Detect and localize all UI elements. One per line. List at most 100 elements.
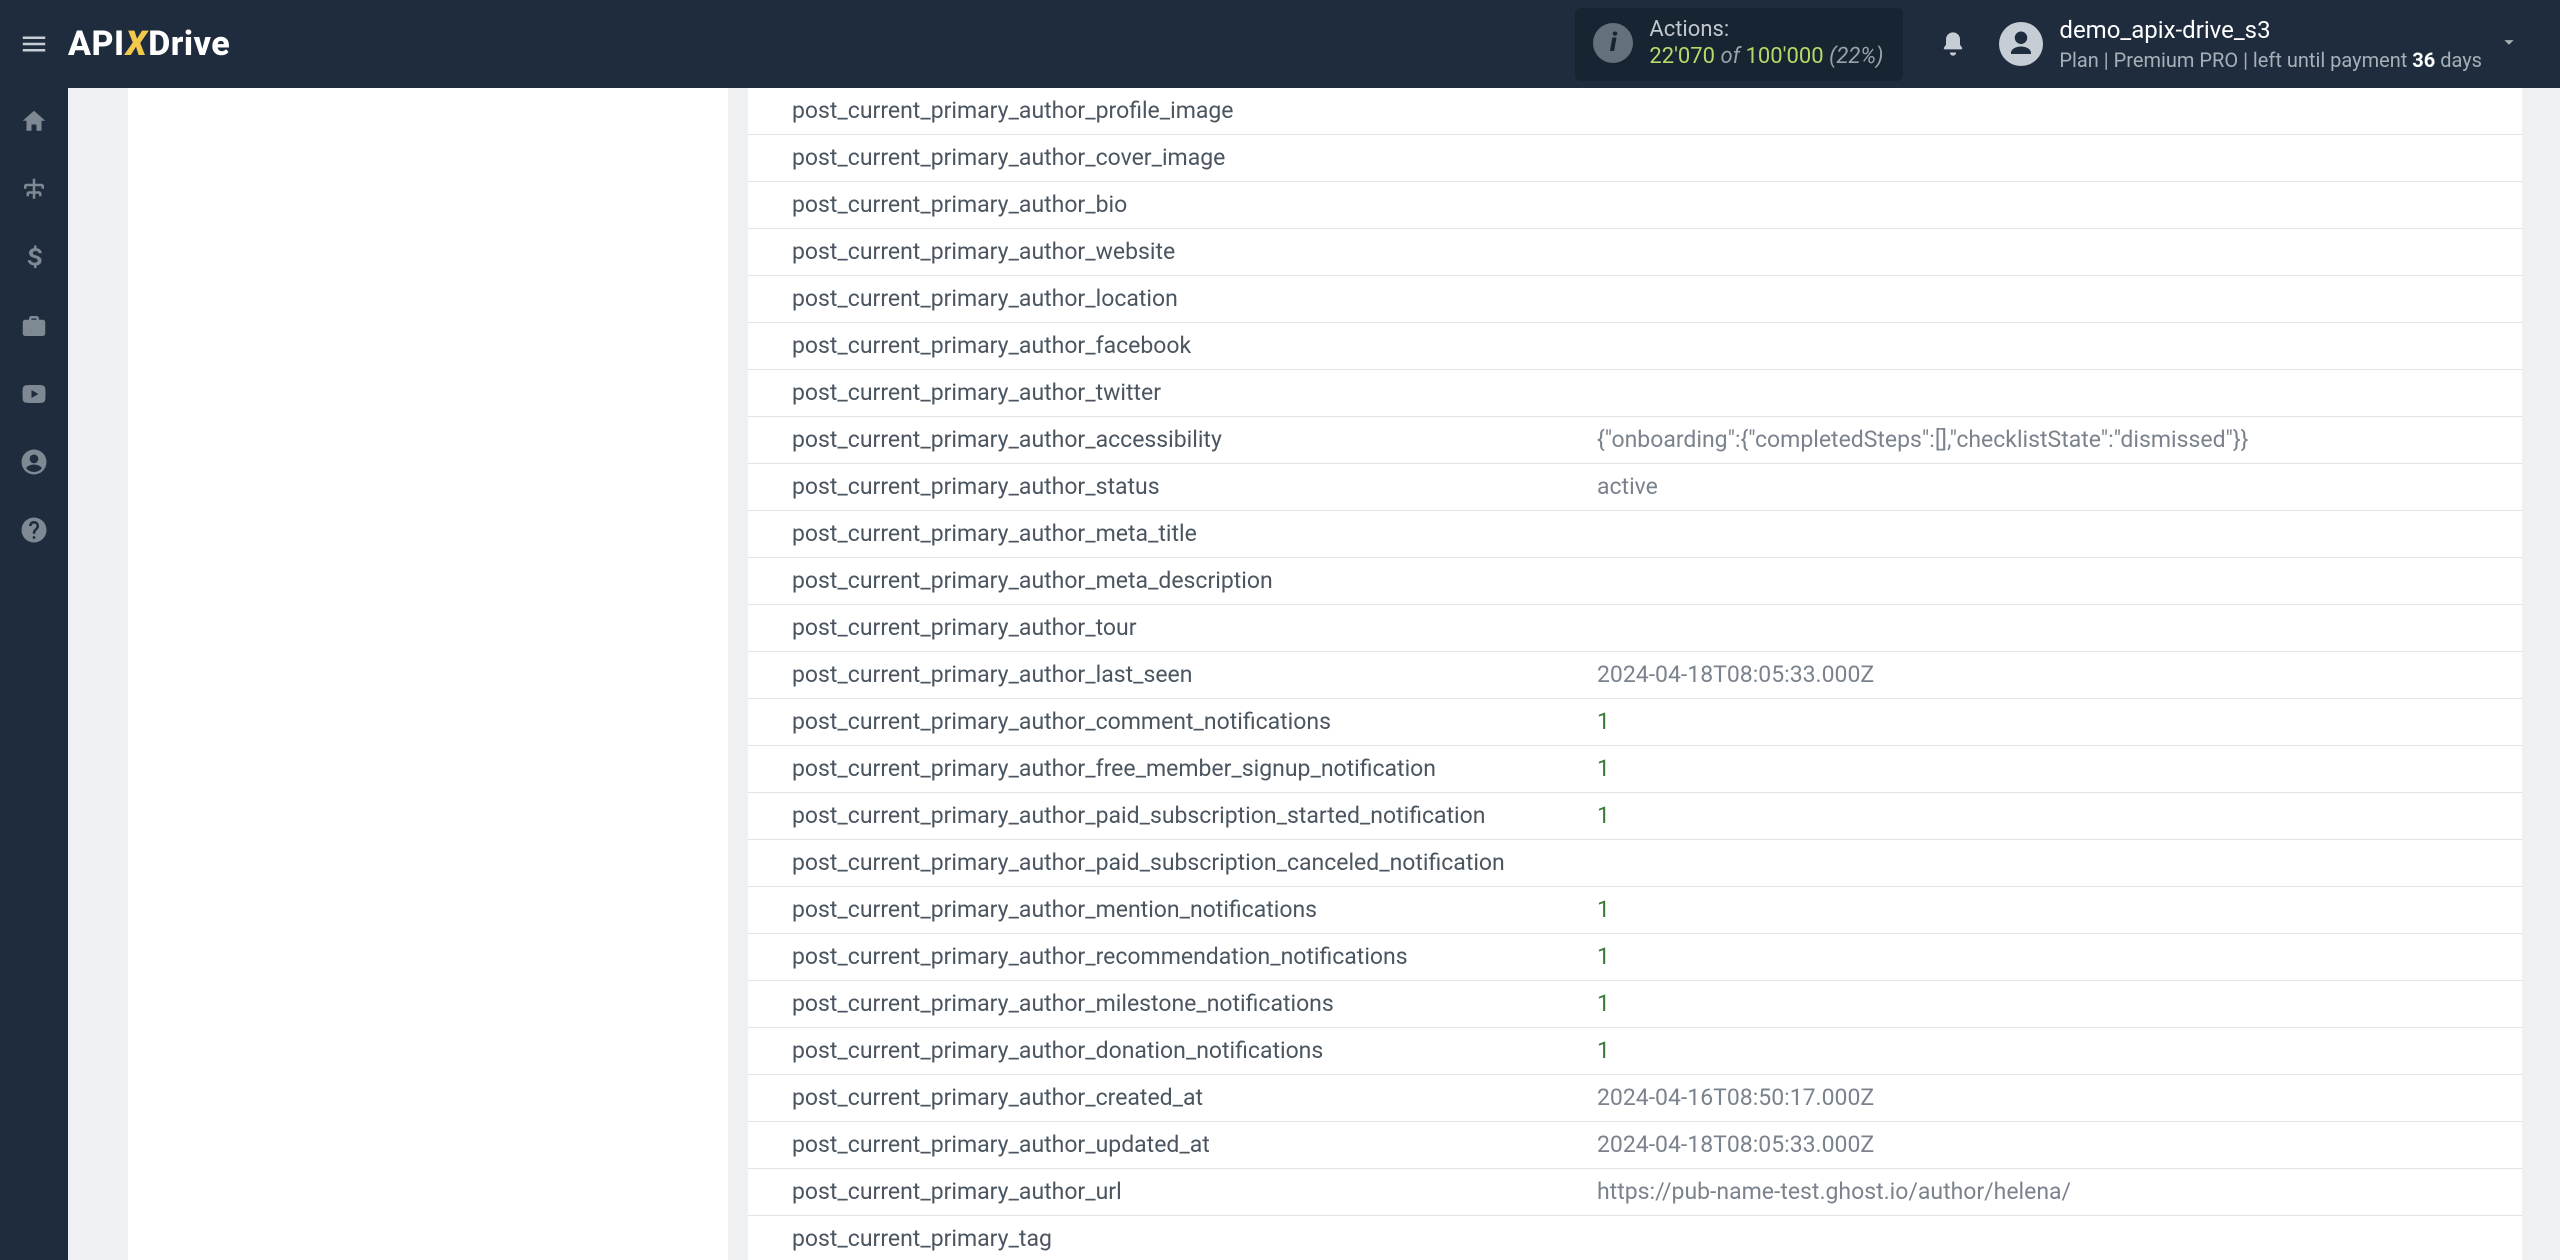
field-key: post_current_primary_author_tour (748, 605, 1583, 652)
actions-counter[interactable]: i Actions: 22'070 of 100'000 (22%) (1575, 8, 1903, 81)
field-value (1583, 558, 2522, 605)
field-value (1583, 370, 2522, 417)
user-name: demo_apix-drive_s3 (2059, 15, 2482, 46)
sidebar-item-billing[interactable] (0, 224, 68, 292)
actions-label: Actions: (1649, 16, 1883, 44)
sidebar-item-account[interactable] (0, 428, 68, 496)
dollar-icon (19, 243, 49, 273)
sidebar-item-video[interactable] (0, 360, 68, 428)
table-row: post_current_primary_author_milestone_no… (748, 981, 2522, 1028)
briefcase-icon (19, 311, 49, 341)
field-key: post_current_primary_author_paid_subscri… (748, 840, 1583, 887)
sidebar-item-help[interactable] (0, 496, 68, 564)
table-row: post_current_primary_author_recommendati… (748, 934, 2522, 981)
field-key: post_current_primary_author_donation_not… (748, 1028, 1583, 1075)
field-key: post_current_primary_author_url (748, 1169, 1583, 1216)
field-value (1583, 88, 2522, 135)
field-value: 2024-04-18T08:05:33.000Z (1583, 1122, 2522, 1169)
field-value: 1 (1583, 746, 2522, 793)
data-table: post_current_primary_author_profile_imag… (748, 88, 2522, 1260)
table-row: post_current_primary_author_statusactive (748, 464, 2522, 511)
field-value (1583, 276, 2522, 323)
right-panel: post_current_primary_author_profile_imag… (748, 88, 2522, 1260)
table-row: post_current_primary_author_paid_subscri… (748, 793, 2522, 840)
field-key: post_current_primary_author_recommendati… (748, 934, 1583, 981)
table-row: post_current_primary_author_cover_image (748, 135, 2522, 182)
field-key: post_current_primary_author_free_member_… (748, 746, 1583, 793)
field-value (1583, 229, 2522, 276)
table-row: post_current_primary_author_comment_noti… (748, 699, 2522, 746)
main-scroll[interactable]: post_current_primary_author_profile_imag… (68, 88, 2560, 1260)
sidebar-item-connections[interactable] (0, 156, 68, 224)
actions-text: Actions: 22'070 of 100'000 (22%) (1649, 16, 1883, 71)
field-key: post_current_primary_author_mention_noti… (748, 887, 1583, 934)
field-key: post_current_primary_author_status (748, 464, 1583, 511)
field-key: post_current_primary_author_updated_at (748, 1122, 1583, 1169)
field-value (1583, 323, 2522, 370)
field-value (1583, 1216, 2522, 1260)
table-row: post_current_primary_author_free_member_… (748, 746, 2522, 793)
sidebar-item-home[interactable] (0, 88, 68, 156)
field-value: 1 (1583, 887, 2522, 934)
sidebar-item-tools[interactable] (0, 292, 68, 360)
hamburger-icon (19, 29, 49, 59)
logo-drive: Drive (148, 24, 230, 64)
field-value (1583, 182, 2522, 229)
field-key: post_current_primary_tag (748, 1216, 1583, 1260)
field-value: 2024-04-16T08:50:17.000Z (1583, 1075, 2522, 1122)
field-value: 1 (1583, 981, 2522, 1028)
field-key: post_current_primary_author_accessibilit… (748, 417, 1583, 464)
field-key: post_current_primary_author_created_at (748, 1075, 1583, 1122)
user-icon (2006, 29, 2036, 59)
field-key: post_current_primary_author_paid_subscri… (748, 793, 1583, 840)
field-key: post_current_primary_author_twitter (748, 370, 1583, 417)
field-key: post_current_primary_author_meta_title (748, 511, 1583, 558)
table-row: post_current_primary_author_profile_imag… (748, 88, 2522, 135)
field-key: post_current_primary_author_location (748, 276, 1583, 323)
logo-x: X (126, 24, 148, 64)
menu-toggle-button[interactable] (0, 0, 68, 88)
topbar: APIXDrive i Actions: 22'070 of 100'000 (… (0, 0, 2560, 88)
field-key: post_current_primary_author_last_seen (748, 652, 1583, 699)
field-key: post_current_primary_author_milestone_no… (748, 981, 1583, 1028)
table-row: post_current_primary_author_accessibilit… (748, 417, 2522, 464)
bell-icon (1939, 30, 1967, 58)
home-icon (19, 107, 49, 137)
plan-prefix: Plan | (2059, 48, 2108, 72)
notifications-button[interactable] (1929, 20, 1977, 68)
user-circle-icon (19, 447, 49, 477)
table-row: post_current_primary_author_meta_title (748, 511, 2522, 558)
table-row: post_current_primary_author_tour (748, 605, 2522, 652)
logo-api: API (68, 24, 125, 64)
user-menu[interactable]: demo_apix-drive_s3 Plan | Premium PRO | … (1999, 15, 2560, 72)
plan-name: Premium PRO (2114, 48, 2238, 72)
actions-of: of (1721, 44, 1741, 69)
caret (2498, 31, 2520, 57)
plan-days-word: days (2440, 48, 2482, 72)
table-row: post_current_primary_author_last_seen202… (748, 652, 2522, 699)
actions-used: 22'070 (1649, 44, 1715, 69)
sitemap-icon (19, 175, 49, 205)
field-key: post_current_primary_author_comment_noti… (748, 699, 1583, 746)
table-row: post_current_primary_author_created_at20… (748, 1075, 2522, 1122)
field-value: active (1583, 464, 2522, 511)
field-key: post_current_primary_author_facebook (748, 323, 1583, 370)
field-value (1583, 135, 2522, 182)
field-key: post_current_primary_author_website (748, 229, 1583, 276)
field-key: post_current_primary_author_bio (748, 182, 1583, 229)
table-row: post_current_primary_author_meta_descrip… (748, 558, 2522, 605)
field-value: {"onboarding":{"completedSteps":[],"chec… (1583, 417, 2522, 464)
table-row: post_current_primary_author_urlhttps://p… (748, 1169, 2522, 1216)
field-value: 1 (1583, 699, 2522, 746)
field-key: post_current_primary_author_profile_imag… (748, 88, 1583, 135)
info-icon: i (1593, 23, 1633, 63)
table-row: post_current_primary_author_bio (748, 182, 2522, 229)
logo[interactable]: APIXDrive (68, 24, 230, 64)
field-value: 2024-04-18T08:05:33.000Z (1583, 652, 2522, 699)
field-value (1583, 511, 2522, 558)
user-text: demo_apix-drive_s3 Plan | Premium PRO | … (2059, 15, 2482, 72)
user-plan: Plan | Premium PRO | left until payment … (2059, 47, 2482, 73)
field-value (1583, 840, 2522, 887)
field-value (1583, 605, 2522, 652)
field-value: 1 (1583, 793, 2522, 840)
